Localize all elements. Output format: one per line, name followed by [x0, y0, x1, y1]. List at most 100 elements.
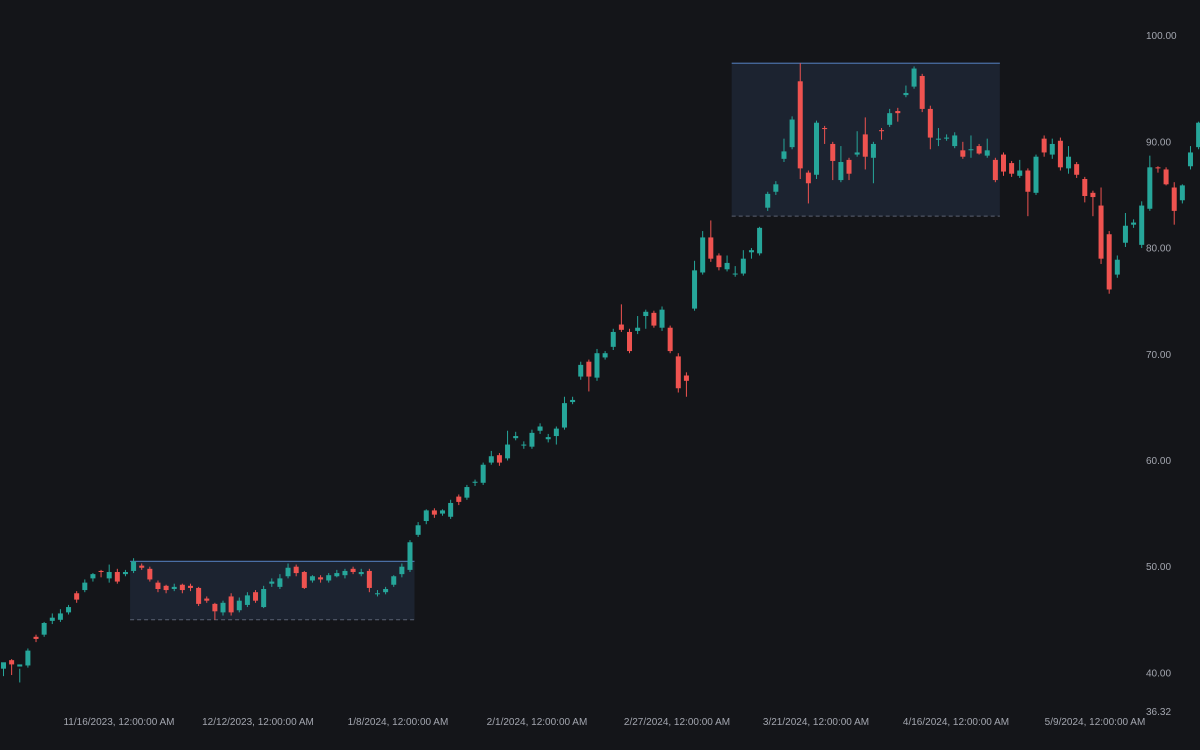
candle-body	[358, 572, 364, 575]
candle-body	[49, 617, 55, 621]
candle-body	[456, 496, 462, 502]
candle-down	[1106, 231, 1112, 294]
candle-body	[139, 565, 145, 568]
candle-down	[651, 310, 657, 328]
chart-canvas[interactable]: 40.00 50.00 60.00 70.00 80.00 90.00 100.00 36.3…	[0, 0, 1200, 750]
candle-body	[1090, 192, 1096, 198]
candle-body	[171, 586, 177, 590]
candle-down	[992, 157, 998, 183]
candle-body	[879, 130, 885, 132]
candle-body	[187, 585, 193, 588]
candle-down	[196, 586, 202, 606]
candle-body	[659, 309, 665, 328]
candle-body	[757, 227, 763, 254]
candle-body	[106, 572, 112, 579]
candle-body	[716, 255, 722, 268]
candle-body	[496, 455, 502, 463]
candle-body	[74, 593, 80, 600]
x-tick-label: 11/16/2023, 12:00:00 AM	[63, 717, 174, 728]
candle-body	[423, 510, 429, 522]
candle-body	[610, 331, 616, 347]
candle-down	[675, 353, 681, 393]
candle-body	[464, 487, 470, 498]
candle-body	[220, 602, 226, 613]
candle-body	[944, 137, 950, 139]
candle-body	[521, 444, 527, 446]
candle-body	[440, 510, 446, 514]
x-tick-label: 2/27/2024, 12:00:00 AM	[624, 717, 730, 728]
candle-body	[82, 582, 88, 591]
candle-up	[25, 648, 31, 668]
candle-body	[513, 436, 519, 439]
candle-up	[814, 120, 819, 180]
candle-body	[114, 572, 120, 582]
candle-body	[618, 324, 624, 330]
candle-body	[1017, 170, 1023, 176]
candle-body	[179, 584, 185, 591]
candle-body	[25, 650, 31, 666]
candle-body	[529, 432, 535, 447]
candle-body	[391, 576, 397, 585]
candle-body	[1171, 187, 1177, 211]
candle-body	[919, 75, 925, 109]
candle-body	[594, 353, 600, 378]
candle-body	[1, 662, 6, 669]
chart-background	[0, 0, 1200, 750]
candle-body	[1155, 167, 1161, 169]
candle-body	[952, 135, 958, 147]
candle-body	[1025, 170, 1031, 192]
candle-up	[757, 226, 763, 256]
candle-up	[789, 116, 795, 150]
candle-body	[846, 159, 852, 174]
candle-body	[431, 510, 437, 515]
candle-body	[830, 143, 836, 161]
candle-body	[326, 575, 332, 581]
candle-body	[537, 426, 543, 431]
candle-body	[887, 113, 893, 125]
candle-body	[318, 577, 324, 580]
candle-up	[41, 621, 47, 637]
candle-body	[41, 622, 47, 635]
candle-body	[98, 570, 104, 573]
candle-down	[147, 566, 153, 582]
candle-body	[1098, 205, 1104, 259]
candlestick-chart: 40.00 50.00 60.00 70.00 80.00 90.00 100.00 36.3…	[0, 0, 1200, 750]
candle-body	[1179, 185, 1185, 201]
candle-up	[464, 484, 470, 500]
candle-body	[570, 399, 576, 403]
y-tick-label: 60.00	[1146, 456, 1171, 467]
candle-body	[602, 353, 608, 358]
y-tick-label: 40.00	[1146, 668, 1171, 679]
candle-body	[448, 502, 454, 517]
candle-body	[57, 613, 63, 620]
x-tick-label: 5/9/2024, 12:00:00 AM	[1045, 717, 1146, 728]
y-tick-label: 100.00	[1146, 31, 1177, 42]
candle-up	[610, 328, 616, 351]
candle-body	[212, 603, 218, 612]
candle-body	[578, 364, 584, 377]
candle-body	[253, 592, 259, 601]
candle-body	[805, 172, 811, 184]
candle-body	[1163, 169, 1169, 185]
candle-body	[1000, 154, 1006, 172]
candle-body	[635, 327, 641, 331]
candle-body	[163, 585, 169, 591]
candle-body	[903, 92, 909, 96]
candle-body	[1057, 140, 1063, 168]
candle-body	[261, 589, 267, 608]
candle-body	[773, 184, 779, 192]
candle-body	[1066, 156, 1072, 169]
candle-body	[196, 587, 202, 604]
y-tick-label: 80.00	[1146, 244, 1171, 255]
candle-body	[797, 81, 803, 169]
candle-up	[407, 540, 413, 573]
candle-body	[147, 568, 153, 580]
y-tick-label: 50.00	[1146, 562, 1171, 573]
candle-down	[301, 570, 307, 590]
candle-body	[627, 331, 633, 352]
candle-body	[545, 437, 551, 440]
x-tick-label: 4/16/2024, 12:00:00 AM	[903, 717, 1009, 728]
candle-body	[667, 327, 673, 352]
candle-down	[627, 328, 633, 354]
candle-body	[342, 570, 348, 576]
